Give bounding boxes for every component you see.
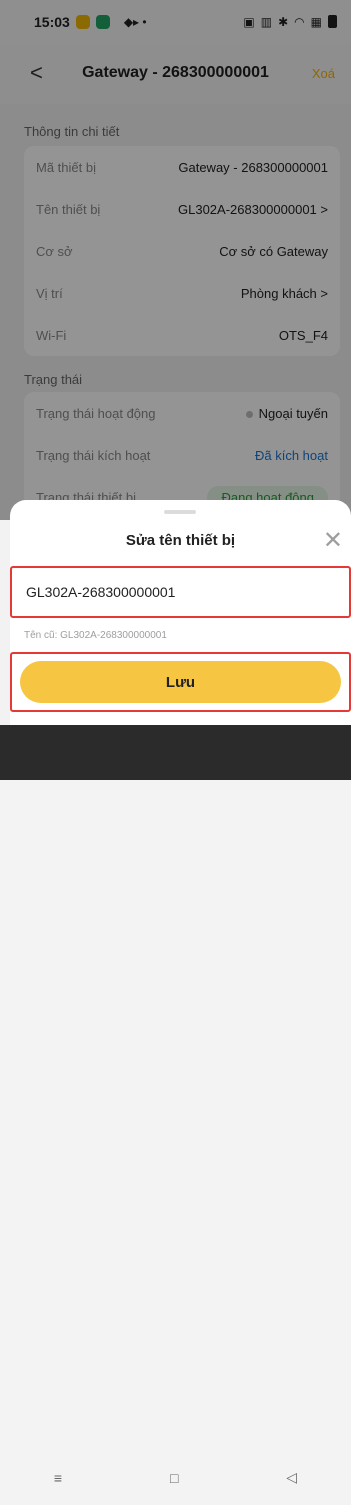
nav-buttons: ≡ □ ◁ [0, 1450, 351, 1505]
home-icon[interactable]: □ [170, 1470, 178, 1486]
modal-overlay[interactable] [0, 0, 351, 520]
menu-icon[interactable]: ≡ [54, 1470, 62, 1486]
rename-bottom-sheet: Sửa tên thiết bị ✕ Tên cũ: GL302A-268300… [10, 500, 351, 725]
back-triangle-icon[interactable]: ◁ [286, 1469, 297, 1486]
navigation-bar: ≡ □ ◁ [0, 725, 351, 1486]
save-highlight: Lưu [10, 652, 351, 712]
sheet-handle[interactable] [164, 510, 196, 514]
device-name-input[interactable] [12, 576, 328, 608]
save-button[interactable]: Lưu [20, 661, 341, 703]
old-name-text: Tên cũ: GL302A-268300000001 [24, 630, 167, 641]
sheet-title: Sửa tên thiết bị [125, 532, 236, 549]
close-icon[interactable]: ✕ [323, 526, 343, 555]
app-screen: 15:03 ◆▸ • ▣ ▥ ✱ ◠ ▦ < Gateway - 2683000… [0, 0, 351, 1486]
name-input-highlight [10, 566, 351, 618]
